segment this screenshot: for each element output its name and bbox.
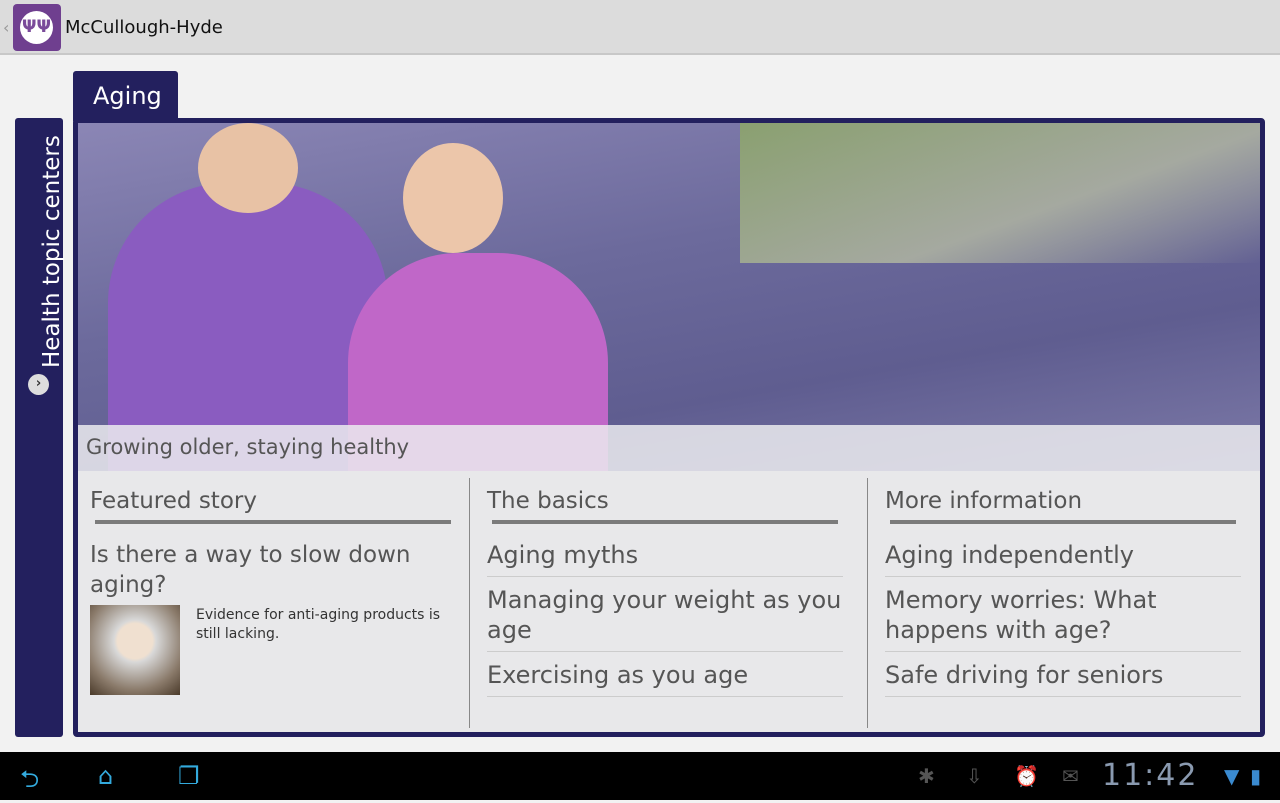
divider [867, 478, 868, 728]
recent-apps-icon[interactable]: ❐ [178, 762, 200, 790]
more-info-column: More information Aging independently Mem… [873, 478, 1253, 732]
featured-summary[interactable]: Evidence for anti-aging products is stil… [196, 606, 446, 644]
system-bar: ⮌ ⌂ ❐ ✱ ⇩ ⏰ ✉ 11:42 ▼ ▮ [0, 752, 1280, 800]
alarm-icon: ⏰ [1014, 764, 1039, 788]
logo-icon: ΨΨ [20, 11, 53, 44]
topic-panel: Growing older, staying healthy Featured … [73, 118, 1265, 737]
divider [469, 478, 470, 728]
featured-story-link[interactable]: Is there a way to slow down aging? [78, 532, 468, 608]
list-item[interactable]: Aging independently [885, 532, 1241, 577]
divider [890, 520, 1236, 524]
list-item[interactable]: Safe driving for seniors [885, 652, 1241, 697]
sidebar-label: Health topic centers [39, 135, 65, 368]
featured-column: Featured story Is there a way to slow do… [78, 478, 468, 732]
signal-icon: ▼ [1224, 764, 1240, 788]
chevron-right-icon[interactable]: › [28, 374, 49, 395]
home-icon[interactable]: ⌂ [98, 762, 113, 790]
list-item[interactable]: Exercising as you age [487, 652, 843, 697]
app-logo[interactable]: ΨΨ [13, 4, 61, 51]
app-title: McCullough-Hyde [65, 17, 223, 38]
back-icon[interactable]: ⮌ [20, 762, 39, 803]
basics-column: The basics Aging myths Managing your wei… [475, 478, 855, 732]
basics-heading: The basics [487, 488, 609, 514]
tab-aging[interactable]: Aging [73, 71, 178, 121]
list-item[interactable]: Managing your weight as you age [487, 577, 843, 652]
hero-caption[interactable]: Growing older, staying healthy [78, 425, 1260, 471]
featured-heading: Featured story [90, 488, 257, 514]
health-topic-centers-drawer[interactable]: Health topic centers › [15, 118, 65, 737]
gmail-icon: ✉ [1062, 764, 1079, 788]
battery-icon: ▮ [1250, 764, 1262, 788]
featured-thumbnail[interactable] [90, 605, 180, 695]
clock[interactable]: 11:42 [1102, 758, 1198, 793]
list-item[interactable]: Memory worries: What happens with age? [885, 577, 1241, 652]
download-icon: ⇩ [966, 764, 983, 788]
action-bar: ‹ ΨΨ McCullough-Hyde [0, 0, 1280, 55]
divider [95, 520, 451, 524]
list-item[interactable]: Aging myths [487, 532, 843, 577]
debug-icon: ✱ [918, 764, 935, 788]
more-info-heading: More information [885, 488, 1083, 514]
hero-image[interactable]: Growing older, staying healthy [78, 123, 1260, 471]
divider [492, 520, 838, 524]
back-caret-icon[interactable]: ‹ [3, 18, 9, 37]
